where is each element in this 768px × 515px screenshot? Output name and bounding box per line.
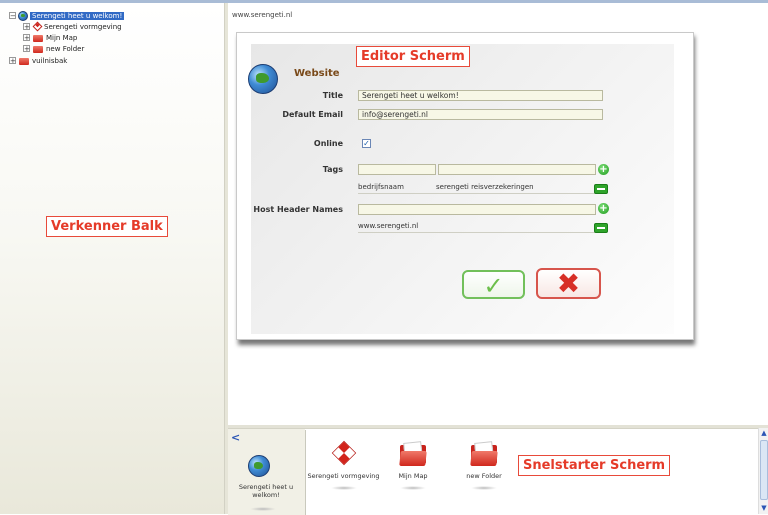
tags-label: Tags [322, 165, 343, 174]
folder-icon[interactable] [470, 441, 498, 466]
host-value: www.serengeti.nl [358, 222, 419, 230]
scroll-up-icon[interactable]: ▲ [760, 429, 768, 438]
trash-folder-icon [18, 56, 30, 66]
tile-shadow [471, 486, 497, 490]
annotation-verkenner-balk: Verkenner Balk [46, 216, 168, 237]
quickstart-tile-label[interactable]: Mijn Map [388, 472, 438, 480]
email-label: Default Email [282, 110, 343, 119]
expand-toggle[interactable]: + [9, 57, 16, 65]
tile-shadow [250, 507, 276, 511]
remove-tag-button[interactable] [594, 184, 608, 194]
quickstart-scrollbar[interactable]: ▲ ▼ [758, 428, 768, 514]
tree-item-label: new Folder [46, 44, 85, 53]
tree-item-label: Serengeti vormgeving [44, 22, 122, 31]
add-host-button[interactable]: + [598, 203, 609, 214]
tree-item-vuilnisbak[interactable]: + vuilnisbak [9, 55, 67, 66]
host-header-input[interactable] [358, 204, 596, 215]
quickstart-panel: < Serengeti heet u welkom! Serengeti vor… [228, 428, 758, 515]
globe-icon [18, 10, 28, 21]
quickstart-tile-label[interactable]: new Folder [459, 472, 509, 480]
tree-item-label: Serengeti heet u welkom! [30, 11, 125, 20]
tree-item-new-folder[interactable]: + new Folder [23, 43, 84, 54]
quickstart-tile-label[interactable]: Serengeti heet u welkom! [230, 483, 302, 499]
tag-value-input[interactable] [438, 164, 596, 175]
folder-icon [32, 33, 44, 43]
explorer-panel [0, 3, 224, 514]
host-row: www.serengeti.nl [358, 220, 598, 233]
scroll-down-icon[interactable]: ▼ [760, 504, 768, 513]
expand-toggle[interactable]: + [23, 45, 30, 53]
online-checkbox[interactable]: ✓ [362, 139, 371, 148]
expand-toggle[interactable]: + [23, 23, 30, 31]
folder-icon[interactable] [399, 441, 427, 466]
folder-icon [32, 44, 44, 54]
expand-toggle[interactable]: + [23, 34, 30, 42]
quickstart-tile-label[interactable]: Serengeti vormgeving [306, 472, 381, 480]
tree-item-label: vuilnisbak [32, 56, 68, 65]
host-header-label: Host Header Names [253, 205, 343, 214]
tag-row: bedrijfsnaam serengeti reisverzekeringen [358, 181, 598, 194]
cancel-button[interactable]: ✖ [536, 268, 601, 299]
cube-icon[interactable] [331, 440, 357, 466]
editor-form: Website Title Serengeti heet u welkom! D… [248, 44, 674, 334]
editor-panel: Website Title Serengeti heet u welkom! D… [236, 32, 694, 340]
editor-url: www.serengeti.nl [232, 11, 293, 19]
tile-shadow [400, 486, 426, 490]
section-title: Website [294, 68, 340, 79]
save-button[interactable]: ✓ [462, 270, 525, 300]
add-tag-button[interactable]: + [598, 164, 609, 175]
annotation-snelstarter-scherm: Snelstarter Scherm [518, 455, 671, 476]
tag-name-input[interactable] [358, 164, 436, 175]
cube-icon [32, 21, 43, 32]
scroll-thumb[interactable] [760, 440, 768, 500]
tree-item-vormgeving[interactable]: + Serengeti vormgeving [23, 21, 122, 32]
remove-host-button[interactable] [594, 223, 608, 233]
email-field[interactable]: info@serengeti.nl [358, 109, 603, 120]
collapse-toggle[interactable]: − [9, 12, 16, 20]
back-arrow-icon[interactable]: < [231, 431, 240, 444]
annotation-editor-scherm: Editor Scherm [356, 46, 470, 67]
globe-icon [248, 64, 278, 94]
title-label: Title [322, 91, 343, 100]
tag-name: bedrijfsnaam [358, 183, 404, 191]
tree-item-mijn-map[interactable]: + Mijn Map [23, 32, 77, 43]
tag-value: serengeti reisverzekeringen [436, 183, 534, 191]
tree-item-root[interactable]: − Serengeti heet u welkom! [9, 10, 125, 21]
title-field[interactable]: Serengeti heet u welkom! [358, 90, 603, 101]
online-label: Online [313, 139, 343, 148]
tree-item-label: Mijn Map [46, 33, 78, 42]
tile-shadow [331, 486, 357, 490]
globe-icon [248, 455, 270, 477]
